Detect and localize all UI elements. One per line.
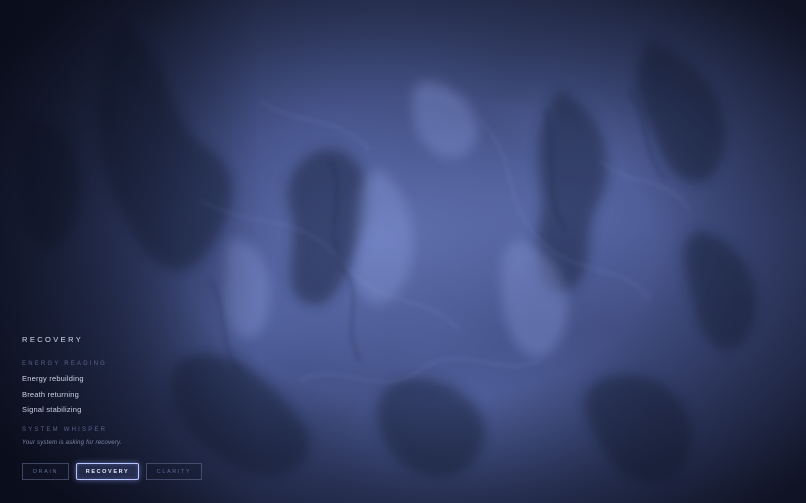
reading-item: Signal stabilizing xyxy=(22,405,82,415)
system-whisper-text: Your system is asking for recovery. xyxy=(22,440,122,447)
system-whisper-label: SYSTEM WHISPER xyxy=(22,427,108,434)
energy-reading-label: ENERGY READING xyxy=(22,361,108,367)
state-panel: RECOVERY ENERGY READING Energy rebuildin… xyxy=(22,335,262,446)
mode-selector: DRAIN RECOVERY CLARITY xyxy=(22,463,202,480)
clarity-mode-button[interactable]: CLARITY xyxy=(146,463,202,480)
reading-item: Breath returning xyxy=(22,389,79,399)
state-title: RECOVERY xyxy=(22,335,84,344)
drain-mode-button[interactable]: DRAIN xyxy=(22,463,69,480)
background-canvas: RECOVERY ENERGY READING Energy rebuildin… xyxy=(0,0,806,503)
reading-item: Energy rebuilding xyxy=(22,374,84,383)
recovery-mode-button[interactable]: RECOVERY xyxy=(76,463,139,480)
